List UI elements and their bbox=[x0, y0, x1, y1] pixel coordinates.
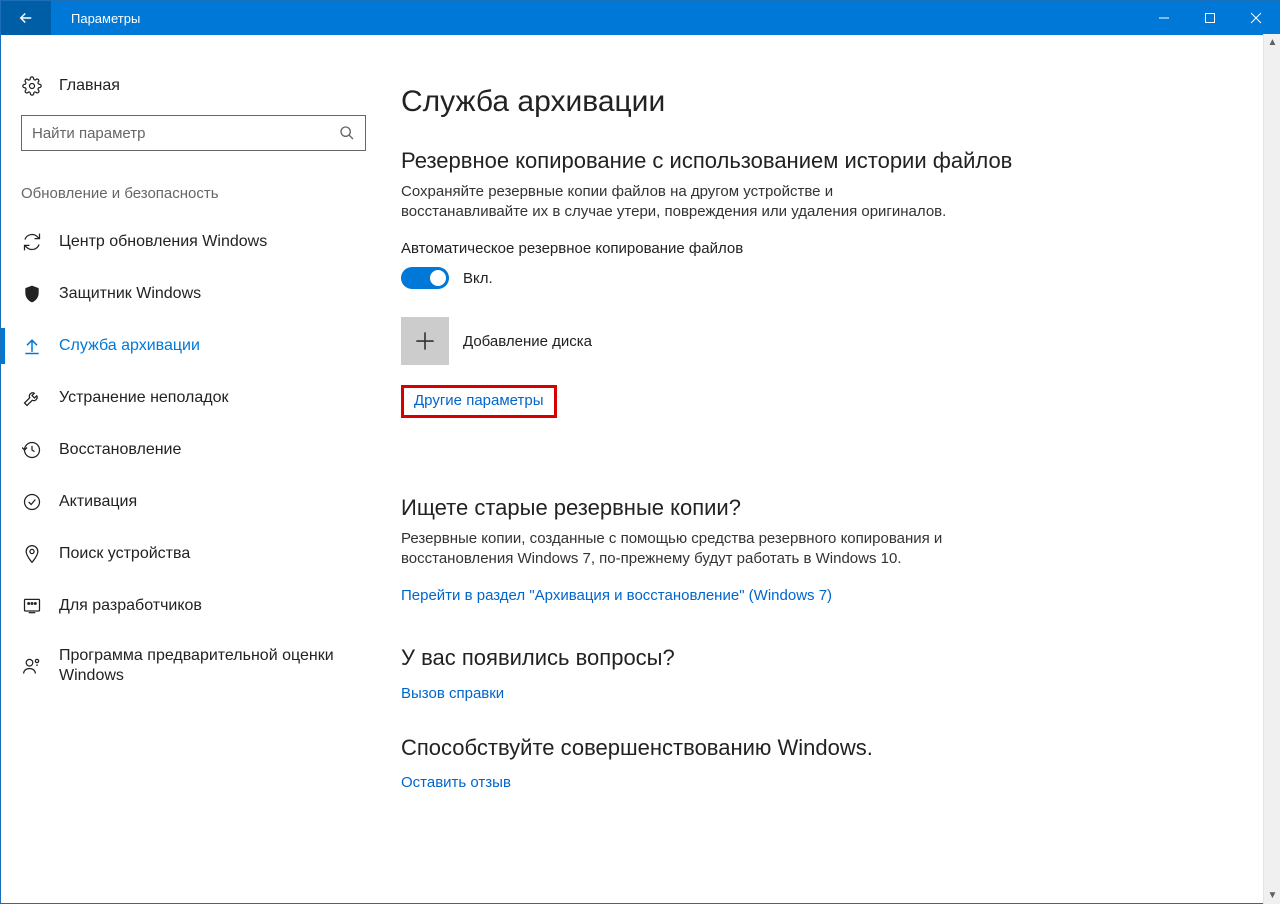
maximize-button[interactable] bbox=[1187, 1, 1233, 35]
maximize-icon bbox=[1204, 12, 1216, 24]
section-title: Резервное копирование с использованием и… bbox=[401, 147, 1041, 176]
minimize-button[interactable] bbox=[1141, 1, 1187, 35]
search-icon bbox=[339, 125, 355, 141]
arrow-left-icon bbox=[17, 9, 35, 27]
nav-home-label: Главная bbox=[59, 77, 120, 95]
auto-backup-toggle-row: Вкл. bbox=[401, 267, 1041, 289]
section-title: Способствуйте совершенствованию Windows. bbox=[401, 734, 1041, 763]
page-title: Служба архивации bbox=[401, 85, 1041, 119]
sidebar: Главная Найти параметр Обновление и безо… bbox=[1, 35, 401, 903]
sidebar-item-recovery[interactable]: Восстановление bbox=[1, 424, 401, 476]
sidebar-item-update[interactable]: Центр обновления Windows bbox=[1, 216, 401, 268]
sidebar-item-label: Активация bbox=[59, 492, 137, 512]
sidebar-item-backup[interactable]: Служба архивации bbox=[1, 320, 401, 372]
gear-icon bbox=[21, 75, 43, 97]
sidebar-item-label: Поиск устройства bbox=[59, 544, 190, 564]
sync-icon bbox=[21, 231, 43, 253]
scrollbar[interactable]: ▲ ▼ bbox=[1263, 34, 1280, 904]
section-desc: Сохраняйте резервные копии файлов на дру… bbox=[401, 182, 961, 223]
sidebar-item-label: Защитник Windows bbox=[59, 284, 201, 304]
sidebar-group-label: Обновление и безопасность bbox=[1, 169, 401, 216]
section-desc: Резервные копии, созданные с помощью сре… bbox=[401, 529, 961, 570]
insider-icon bbox=[21, 655, 43, 677]
add-drive-row[interactable]: Добавление диска bbox=[401, 317, 1041, 365]
search-input[interactable]: Найти параметр bbox=[21, 115, 366, 151]
sidebar-item-troubleshoot[interactable]: Устранение неполадок bbox=[1, 372, 401, 424]
shield-icon bbox=[21, 283, 43, 305]
main-content: Служба архивации Резервное копирование с… bbox=[401, 35, 1279, 903]
sidebar-item-label: Для разработчиков bbox=[59, 596, 202, 616]
sidebar-item-find-device[interactable]: Поиск устройства bbox=[1, 528, 401, 580]
window-title: Параметры bbox=[51, 1, 1141, 35]
check-circle-icon bbox=[21, 491, 43, 513]
auto-backup-toggle[interactable] bbox=[401, 267, 449, 289]
nav-home[interactable]: Главная bbox=[1, 65, 401, 107]
sidebar-item-label: Устранение неполадок bbox=[59, 388, 228, 408]
titlebar: Параметры bbox=[1, 1, 1279, 35]
search-placeholder: Найти параметр bbox=[32, 125, 339, 142]
sidebar-item-label: Восстановление bbox=[59, 440, 181, 460]
plus-icon bbox=[412, 328, 438, 354]
backup-arrow-icon bbox=[21, 335, 43, 357]
go-to-win7-backup-link[interactable]: Перейти в раздел "Архивация и восстановл… bbox=[401, 587, 832, 604]
open-help-link[interactable]: Вызов справки bbox=[401, 685, 504, 702]
search-wrap: Найти параметр bbox=[21, 115, 381, 151]
sidebar-item-insider[interactable]: Программа предварительной оценки Windows bbox=[1, 632, 401, 700]
section-help: У вас появились вопросы? Вызов справки bbox=[401, 644, 1041, 702]
back-button[interactable] bbox=[1, 1, 51, 35]
sidebar-item-label: Центр обновления Windows bbox=[59, 232, 267, 252]
section-title: У вас появились вопросы? bbox=[401, 644, 1041, 673]
other-params-link[interactable]: Другие параметры bbox=[414, 392, 544, 409]
close-icon bbox=[1250, 12, 1262, 24]
section-title: Ищете старые резервные копии? bbox=[401, 494, 1041, 523]
other-params-highlight: Другие параметры bbox=[401, 385, 557, 418]
section-feedback: Способствуйте совершенствованию Windows.… bbox=[401, 734, 1041, 792]
find-device-icon bbox=[21, 543, 43, 565]
body: Главная Найти параметр Обновление и безо… bbox=[1, 35, 1279, 903]
section-file-history: Резервное копирование с использованием и… bbox=[401, 147, 1041, 454]
sidebar-item-label: Программа предварительной оценки Windows bbox=[59, 646, 381, 686]
developer-icon bbox=[21, 595, 43, 617]
leave-feedback-link[interactable]: Оставить отзыв bbox=[401, 774, 511, 791]
sidebar-item-label: Служба архивации bbox=[59, 336, 200, 356]
settings-window: Параметры Главная Найти п bbox=[0, 0, 1280, 904]
scroll-up-icon[interactable]: ▲ bbox=[1264, 34, 1280, 51]
plus-tile bbox=[401, 317, 449, 365]
sidebar-item-developers[interactable]: Для разработчиков bbox=[1, 580, 401, 632]
window-controls bbox=[1141, 1, 1279, 35]
scroll-down-icon[interactable]: ▼ bbox=[1264, 887, 1280, 904]
section-old-backups: Ищете старые резервные копии? Резервные … bbox=[401, 494, 1041, 604]
history-icon bbox=[21, 439, 43, 461]
minimize-icon bbox=[1158, 12, 1170, 24]
auto-backup-label: Автоматическое резервное копирование фай… bbox=[401, 240, 1041, 257]
wrench-icon bbox=[21, 387, 43, 409]
sidebar-item-activation[interactable]: Активация bbox=[1, 476, 401, 528]
sidebar-item-defender[interactable]: Защитник Windows bbox=[1, 268, 401, 320]
toggle-state-label: Вкл. bbox=[463, 270, 493, 287]
add-drive-label: Добавление диска bbox=[463, 333, 592, 350]
close-button[interactable] bbox=[1233, 1, 1279, 35]
